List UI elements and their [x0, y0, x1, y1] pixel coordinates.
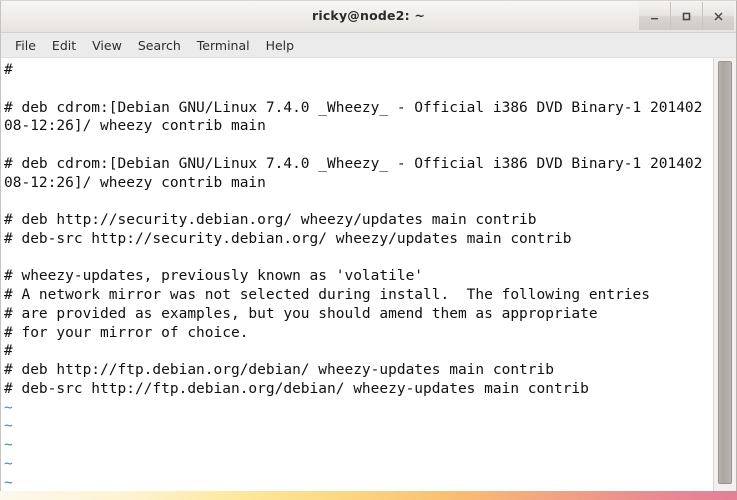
terminal-line: ~ — [4, 418, 13, 435]
menu-item-edit[interactable]: Edit — [44, 36, 84, 55]
menu-item-file[interactable]: File — [7, 36, 44, 55]
terminal-window: ricky@node2: ~ File Edit View Search Ter… — [0, 0, 737, 491]
menu-item-help[interactable]: Help — [258, 36, 303, 55]
terminal-line: 08-12:26]/ wheezy contrib main — [4, 118, 266, 135]
minimize-button[interactable] — [639, 2, 670, 30]
scrollbar-thumb[interactable] — [718, 61, 732, 484]
terminal-line: # are provided as examples, but you shou… — [4, 305, 598, 322]
terminal-line: 08-12:26]/ wheezy contrib main — [4, 174, 266, 191]
terminal-area: # # deb cdrom:[Debian GNU/Linux 7.4.0 _W… — [1, 58, 736, 491]
terminal-output[interactable]: # # deb cdrom:[Debian GNU/Linux 7.4.0 _W… — [1, 58, 713, 491]
terminal-line: # — [4, 343, 13, 360]
terminal-line: ~ — [4, 399, 13, 416]
terminal-line: # deb http://security.debian.org/ wheezy… — [4, 212, 537, 228]
window-title: ricky@node2: ~ — [311, 8, 426, 23]
menu-bar: File Edit View Search Terminal Help — [1, 33, 736, 58]
vertical-scrollbar[interactable] — [713, 58, 736, 491]
terminal-line: # deb-src http://ftp.debian.org/debian/ … — [4, 380, 589, 397]
terminal-line: ~ — [4, 437, 13, 453]
terminal-line: # deb http://ftp.debian.org/debian/ whee… — [4, 362, 554, 378]
menu-item-terminal[interactable]: Terminal — [189, 36, 258, 55]
terminal-line: # A network mirror was not selected duri… — [4, 287, 651, 303]
terminal-line: # — [4, 62, 13, 78]
terminal-line: # wheezy-updates, previously known as 'v… — [4, 268, 424, 285]
desktop-wallpaper-strip — [0, 491, 737, 500]
menu-item-search[interactable]: Search — [130, 36, 189, 55]
maximize-button[interactable] — [670, 2, 702, 30]
window-controls — [639, 2, 734, 30]
terminal-line: # deb-src http://security.debian.org/ wh… — [4, 230, 572, 247]
menu-item-view[interactable]: View — [84, 36, 130, 55]
terminal-line: # deb cdrom:[Debian GNU/Linux 7.4.0 _Whe… — [4, 155, 703, 172]
terminal-line: ~ — [4, 455, 13, 472]
close-button[interactable] — [702, 2, 734, 30]
terminal-line: # for your mirror of choice. — [4, 324, 249, 341]
terminal-line: ~ — [4, 474, 13, 491]
window-titlebar[interactable]: ricky@node2: ~ — [1, 1, 736, 33]
terminal-line: # deb cdrom:[Debian GNU/Linux 7.4.0 _Whe… — [4, 99, 703, 116]
